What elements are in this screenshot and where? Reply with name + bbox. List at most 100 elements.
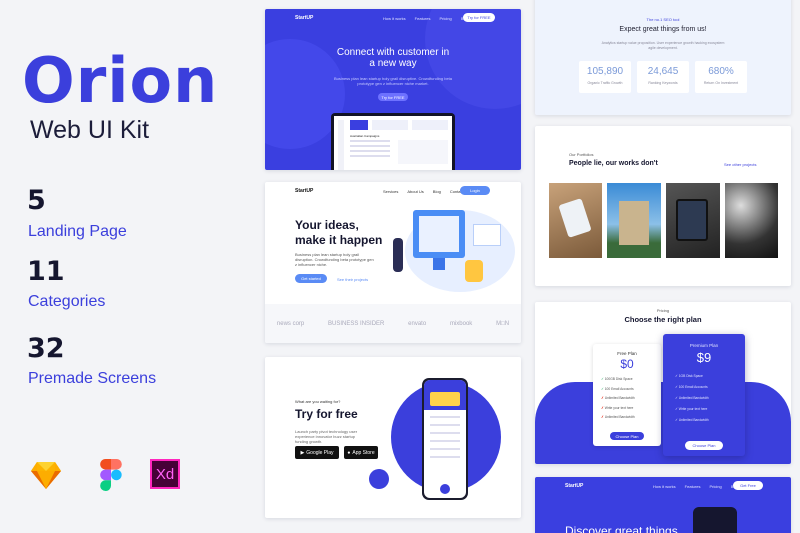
brand-logo: BUSINESS INSIDER [328,320,385,327]
pricing-eyebrow: Pricing [656,308,670,313]
cross-icon: ✗ [601,415,604,419]
nav-item[interactable]: How it works [653,484,676,489]
cross-icon: ✗ [601,405,604,410]
portfolio-eyebrow: Our Portfolios [569,152,594,157]
logo[interactable]: StartUP [295,15,313,21]
stats-headline: Expect great things from us! [619,26,707,33]
phone-list [430,416,460,418]
page: Orion Web UI Kit 5 Landing Page 11 Categ… [0,0,800,533]
stat-value: 24,645 [647,66,679,77]
hero-headline-line1: Connect with customer in [336,47,450,58]
phone-screen [424,380,466,498]
top-nav: Services About Us Blog Contact Us [383,189,470,194]
portfolio-image-hands[interactable] [549,183,602,258]
stat-label-screens: Premade Screens [28,370,157,387]
nav-try-button[interactable]: Try for FREE [463,13,495,22]
premium-plan-features: ✓ 1GB Disk Space ✓ 100 Email Accounts ✓ … [675,371,745,426]
dashboard-rows [350,140,390,142]
screen-pricing[interactable]: Pricing Choose the right plan Free Plan … [535,302,791,464]
brand-subtitle: Web UI Kit [30,116,150,144]
dashboard-chart [398,140,448,164]
screen-hero-ideas[interactable]: StartUP Services About Us Blog Contact U… [265,182,521,343]
nav-item[interactable]: Services [383,189,398,194]
free-plan-price: $0 [620,357,634,371]
brand-logo: mixbook [449,320,473,327]
check-icon: ✓ [675,385,678,389]
feature-text: Unlimited Bandwidth [604,396,635,400]
app-store-label: App Store [352,449,375,456]
nav-item[interactable]: Features [685,484,701,489]
figma-icon [94,459,128,491]
stat-caption: Ranking Keywords [648,81,678,85]
illustration-screen [419,216,459,252]
free-plan-features: ✓ 100GB Disk Space ✓ 100 Email Accounts … [601,375,661,423]
stat-value: 680% [708,66,734,77]
nav-item[interactable]: How it works [383,16,406,21]
get-started-button[interactable]: Get started [295,274,327,283]
logo[interactable]: StartUP [565,483,583,489]
nav-item[interactable]: About Us [407,189,423,194]
feature-text: Write your text here [678,407,708,411]
choose-plan-button[interactable]: Choose Plan [685,441,723,450]
xd-icon: Xd [150,459,180,489]
brand-logo: M□N [496,320,510,327]
phone-card [430,392,460,406]
screen-discover[interactable]: StartUP How it works Features Pricing Bl… [535,477,791,533]
feature-row: ✓ Unlimited Bandwidth [675,393,745,404]
feature-row: ✓ 1GB Disk Space [675,371,745,382]
nav-item[interactable]: Blog [433,189,441,194]
feature-text: Unlimited Bandwidth [604,415,635,419]
choose-plan-button[interactable]: Choose Plan [610,432,644,440]
dashboard-screen: Australian Campaigns [334,116,452,170]
nav-item[interactable]: Pricing [439,16,451,21]
screen-stats[interactable]: The no.1 SEO tool Expect great things fr… [535,0,791,115]
portfolio-link[interactable]: See other projects [724,162,756,167]
premium-plan-price: $9 [696,350,712,365]
see-projects-link[interactable]: See their projects [337,277,368,282]
premium-plan-name: Premium Plan [689,343,719,348]
google-play-label: Google Play [306,449,334,456]
feature-text: 100 Email Accounts [604,386,634,391]
nav-item[interactable]: Features [415,16,431,21]
top-nav: How it works Features Pricing Blog [383,16,469,21]
free-plan-card: Free Plan $0 ✓ 100GB Disk Space ✓ 100 Em… [593,344,661,446]
decor-circle-small [369,469,389,489]
feature-row: ✓ 100GB Disk Space [601,375,661,385]
brand-logo: news corp [276,320,305,327]
free-plan-name: Free Plan [617,351,637,356]
portfolio-image-tablet[interactable] [666,183,720,258]
illustration-person [393,238,403,272]
check-icon: ✓ [675,396,678,400]
portfolio-image-night[interactable] [725,183,778,258]
stat-label-categories: Categories [28,293,106,310]
google-play-button[interactable]: ▶ Google Play [295,446,339,459]
check-icon: ✓ [675,407,678,411]
tablet [676,199,708,241]
phone-mockup [693,507,737,533]
play-icon: ▶ [300,449,305,456]
feature-row: ✓ Write your text here [675,404,745,415]
hero-cta-button[interactable]: Try for FREE [378,93,408,101]
phone-fab [440,484,450,494]
building [619,201,649,245]
pricing-headline: Choose the right plan [624,315,702,324]
portfolio-headline: People lie, our works don't [569,160,658,167]
nav-item[interactable]: Pricing [709,484,721,489]
ideas-headline: Your ideas, make it happen [295,218,382,248]
logo[interactable]: StartUP [295,188,313,194]
app-store-button[interactable]: ● App Store [344,446,378,459]
check-icon: ✓ [601,377,604,381]
get-free-button[interactable]: Get Free [733,481,763,490]
screen-try-free[interactable]: What are you waiting for? Try for free L… [265,357,521,518]
cross-icon: ✗ [601,396,604,400]
try-eyebrow: What are you waiting for? [295,399,341,404]
stat-caption: Organic Traffic Growth [587,81,623,85]
portfolio-image-building[interactable] [607,183,661,258]
stat-label-landing: Landing Page [28,223,127,240]
feature-text: Unlimited Bandwidth [678,418,709,422]
phone-in-hand [558,198,592,238]
login-button[interactable]: Login [460,186,490,195]
feature-row: ✗ Write your text here [601,404,661,414]
screen-hero-connect[interactable]: StartUP How it works Features Pricing Bl… [265,9,521,170]
screen-portfolio[interactable]: Our Portfolios People lie, our works don… [535,126,791,286]
